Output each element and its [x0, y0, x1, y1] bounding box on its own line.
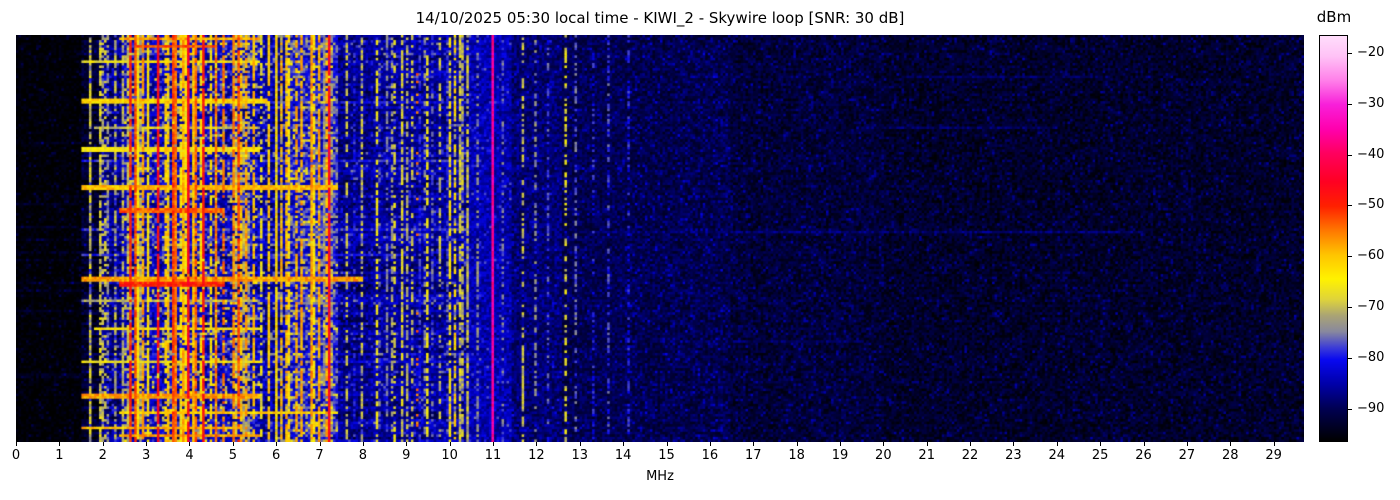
- x-tick: [1100, 442, 1102, 446]
- x-tick: [189, 442, 191, 446]
- x-tick: [1186, 442, 1188, 446]
- x-tick: [362, 442, 364, 446]
- x-tick-label: 20: [875, 448, 892, 463]
- x-tick-label: 13: [571, 448, 589, 463]
- colorbar-tick-label: −70: [1357, 299, 1385, 315]
- colorbar: [1319, 35, 1348, 442]
- x-tick-label: 28: [1221, 448, 1239, 463]
- x-tick-label: 17: [744, 448, 762, 463]
- colorbar-tick-label: −80: [1357, 350, 1385, 366]
- x-tick: [493, 442, 495, 446]
- x-tick: [1143, 442, 1145, 446]
- x-tick: [883, 442, 885, 446]
- x-tick-label: 2: [98, 448, 107, 463]
- colorbar-tick: [1348, 307, 1352, 309]
- colorbar-ticks: −20 −30 −40 −50 −60 −70 −80 −90: [1348, 35, 1400, 442]
- x-tick: [102, 442, 104, 446]
- x-tick-label: 27: [1178, 448, 1196, 463]
- x-tick: [276, 442, 278, 446]
- x-tick-label: 25: [1091, 448, 1109, 463]
- x-tick: [666, 442, 668, 446]
- colorbar-title: dBm: [1316, 8, 1352, 26]
- colorbar-tick-label: −40: [1357, 146, 1385, 162]
- x-tick: [970, 442, 972, 446]
- x-tick-label: 23: [1005, 448, 1022, 463]
- colorbar-tick-label: −60: [1357, 248, 1385, 264]
- colorbar-tick: [1348, 408, 1352, 410]
- x-tick-label: 3: [141, 448, 151, 463]
- x-tick-label: 19: [831, 448, 849, 463]
- x-tick-label: 26: [1135, 448, 1152, 463]
- x-tick: [753, 442, 755, 446]
- colorbar-tick: [1348, 256, 1352, 258]
- x-tick-label: 0: [11, 448, 21, 463]
- colorbar-tick-label: −50: [1357, 197, 1385, 213]
- x-tick: [232, 442, 234, 446]
- colorbar-tick: [1348, 103, 1352, 105]
- x-tick-label: 9: [402, 448, 411, 463]
- x-tick-label: 18: [788, 448, 805, 463]
- x-tick: [146, 442, 148, 446]
- x-tick-label: 7: [315, 448, 324, 463]
- x-tick: [449, 442, 451, 446]
- chart-title: 14/10/2025 05:30 local time - KIWI_2 - S…: [415, 9, 905, 27]
- x-tick: [319, 442, 321, 446]
- x-tick: [839, 442, 841, 446]
- x-tick-label: 10: [441, 448, 458, 463]
- waterfall-plot: [16, 35, 1304, 442]
- x-tick: [16, 442, 17, 446]
- x-tick-label: 1: [55, 448, 64, 463]
- x-tick-label: 12: [528, 448, 545, 463]
- x-tick-label: 21: [918, 448, 935, 463]
- x-tick: [1230, 442, 1232, 446]
- colorbar-tick-label: −90: [1357, 400, 1385, 416]
- x-tick-label: 29: [1265, 448, 1282, 463]
- x-tick-label: 4: [185, 448, 194, 463]
- spectrogram-figure: 14/10/2025 05:30 local time - KIWI_2 - S…: [0, 0, 1400, 500]
- x-tick: [579, 442, 581, 446]
- x-tick-label: 16: [701, 448, 719, 463]
- spectrogram-canvas: [16, 35, 1304, 442]
- x-tick: [59, 442, 61, 446]
- x-tick-label: 22: [961, 448, 979, 463]
- x-tick-label: 24: [1048, 448, 1066, 463]
- x-tick: [536, 442, 538, 446]
- x-tick: [926, 442, 928, 446]
- colorbar-tick-label: −30: [1357, 95, 1385, 111]
- x-tick-label: 11: [484, 448, 502, 463]
- x-tick: [406, 442, 408, 446]
- x-tick: [623, 442, 625, 446]
- x-tick-label: 8: [358, 448, 368, 463]
- colorbar-tick: [1348, 205, 1352, 207]
- x-tick-label: 15: [658, 448, 675, 463]
- colorbar-tick-label: −20: [1357, 44, 1385, 60]
- x-tick: [709, 442, 711, 446]
- x-tick-label: 5: [228, 448, 237, 463]
- x-tick-label: 6: [272, 448, 281, 463]
- colorbar-tick: [1348, 154, 1352, 156]
- colorbar-tick: [1348, 52, 1352, 54]
- x-tick: [1273, 442, 1275, 446]
- x-tick: [1013, 442, 1015, 446]
- x-tick: [796, 442, 798, 446]
- x-tick: [1056, 442, 1058, 446]
- colorbar-tick: [1348, 358, 1352, 360]
- x-axis-label: MHz: [646, 469, 674, 484]
- x-tick-label: 14: [614, 448, 632, 463]
